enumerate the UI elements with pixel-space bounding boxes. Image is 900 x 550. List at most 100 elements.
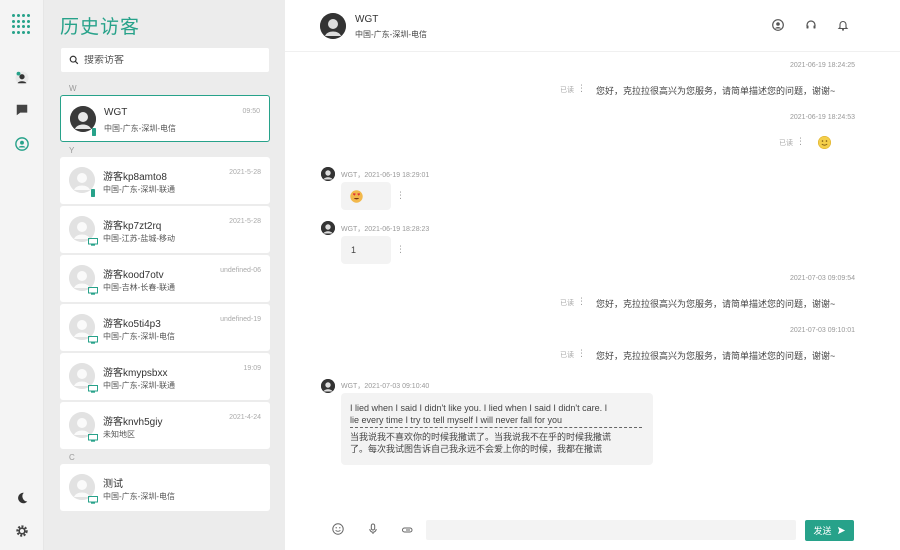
visitor-name: 游客kood7otv: [103, 270, 164, 281]
visitor-location: 中国-广东-深圳-联通: [103, 185, 175, 194]
visitor-date: undefined-06: [220, 267, 261, 274]
visitor-location: 中国-江苏-盐城-移动: [103, 234, 175, 243]
message-input[interactable]: [426, 520, 796, 540]
read-status: 已读: [560, 352, 574, 359]
user-profile-icon[interactable]: [772, 18, 786, 32]
emoji-icon[interactable]: [332, 522, 346, 536]
heart-eyes-emoji-icon: [350, 190, 363, 203]
visitor-card[interactable]: 游客knvh5giy 未知地区 2021-4-24: [60, 402, 270, 449]
message-timestamp: 2021-07-03 09:09:54: [790, 275, 855, 282]
microphone-icon[interactable]: [367, 522, 381, 536]
visitor-card[interactable]: 游客kp7zt2rq 中国-江苏-盐城-移动 2021-5-28: [60, 206, 270, 253]
more-icon[interactable]: ⋮: [796, 136, 805, 147]
message-meta: WGT，2021-06-19 18:29:01: [341, 172, 430, 179]
translation-text: 当我说我不喜欢你的时候我撒谎了。当我说我不在乎的时候我撒谎: [350, 432, 612, 442]
chat-visitor-location: 中国-广东-深圳-电信: [355, 30, 427, 39]
message-timestamp: 2021-07-03 09:10:01: [790, 327, 855, 334]
message-text: 您好，克拉拉很高兴为您服务，请简单描述您的问题，谢谢~: [596, 351, 836, 361]
translation-text: 了。每次我试图告诉自己我永远不会爱上你的时候，我都在撒谎: [350, 444, 603, 454]
read-status: 已读: [560, 300, 574, 307]
visitor-name: WGT: [104, 107, 128, 118]
visitor-card[interactable]: WGT 中国-广东-深圳-电信 09:50: [60, 95, 270, 142]
desktop-icon: [88, 380, 98, 393]
visitor-date: undefined-19: [220, 316, 261, 323]
visitor-location: 中国-广东-深圳-电信: [104, 124, 176, 133]
visitor-card[interactable]: 游客kood7otv 中国-吉林-长春-联通 undefined-06: [60, 255, 270, 302]
message-text: 您好，克拉拉很高兴为您服务，请简单描述您的问题，谢谢~: [596, 299, 836, 309]
avatar: [320, 13, 346, 39]
headset-icon[interactable]: [805, 18, 819, 32]
visitor-location: 中国-广东-深圳-电信: [103, 492, 175, 501]
group-letter-c: C: [69, 453, 75, 462]
desktop-icon: [88, 282, 98, 295]
visitor-location: 中国-广东-深圳-联通: [103, 381, 175, 390]
visitor-date: 2021-5-28: [229, 169, 261, 176]
visitor-name: 游客kp8amto8: [103, 172, 167, 183]
search-input[interactable]: [84, 54, 264, 66]
attachment-icon[interactable]: [401, 522, 415, 536]
message-text: 您好，克拉拉很高兴为您服务，请简单描述您的问题，谢谢~: [596, 86, 836, 96]
visitor-date: 09:50: [242, 108, 260, 115]
visitor-list-panel: 历史访客 W WGT 中国-广东-深圳-电信 09:50 Y 游客kp8amto…: [44, 0, 285, 550]
chat-visitor-name: WGT: [355, 14, 379, 25]
search-box[interactable]: [61, 48, 269, 72]
send-icon: [837, 526, 845, 535]
more-icon[interactable]: ⋮: [577, 296, 586, 307]
visitor-card[interactable]: 游客kmypsbxx 中国-广东-深圳-联通 19:09: [60, 353, 270, 400]
visitor-name: 游客knvh5giy: [103, 417, 163, 428]
visitor-name: 游客kmypsbxx: [103, 368, 168, 379]
visitors-icon[interactable]: [12, 134, 32, 154]
visitor-name: 游客ko5ti4p3: [103, 319, 161, 330]
visitor-location: 未知地区: [103, 430, 135, 439]
more-icon[interactable]: ⋮: [577, 348, 586, 359]
read-status: 已读: [560, 87, 574, 94]
avatar: [321, 221, 335, 235]
message-meta: WGT，2021-06-19 18:28:23: [341, 226, 430, 233]
more-icon[interactable]: ⋮: [396, 244, 405, 255]
desktop-icon: [88, 429, 98, 442]
mobile-icon: [89, 123, 99, 136]
gear-icon[interactable]: [12, 521, 32, 541]
mobile-icon: [88, 184, 98, 197]
visitor-card[interactable]: 游客ko5ti4p3 中国-广东-深圳-电信 undefined-19: [60, 304, 270, 351]
avatar: [321, 379, 335, 393]
search-icon: [69, 55, 79, 65]
composer: 发送: [285, 512, 900, 550]
visitor-date: 2021-4-24: [229, 414, 261, 421]
visitor-card[interactable]: 游客kp8amto8 中国-广东-深圳-联通 2021-5-28: [60, 157, 270, 204]
bell-icon[interactable]: [837, 18, 851, 32]
message-timestamp: 2021-06-19 18:24:25: [790, 62, 855, 69]
chat-header: WGT 中国-广东-深圳-电信: [285, 0, 900, 52]
more-icon[interactable]: ⋮: [396, 190, 405, 201]
chat-panel: WGT 中国-广东-深圳-电信 2021-06-19 18:24:25 已读 ⋮…: [285, 0, 900, 550]
user-avatar-icon[interactable]: [12, 68, 32, 88]
message-text: 1: [351, 245, 357, 255]
send-button[interactable]: 发送: [805, 520, 854, 541]
message-bubble: 1: [341, 236, 391, 264]
visitor-name: 游客kp7zt2rq: [103, 221, 162, 232]
avatar: [321, 167, 335, 181]
visitor-location: 中国-广东-深圳-电信: [103, 332, 175, 341]
chat-icon[interactable]: [12, 100, 32, 120]
dark-mode-icon[interactable]: [12, 488, 32, 508]
group-letter-y: Y: [69, 146, 75, 155]
message-timestamp: 2021-06-19 18:24:53: [790, 114, 855, 121]
icon-rail: [0, 0, 44, 550]
more-icon[interactable]: ⋮: [577, 83, 586, 94]
translation-divider: [350, 427, 642, 428]
visitor-name: 测试: [103, 479, 123, 490]
message-bubble: [341, 182, 391, 210]
read-status: 已读: [779, 140, 793, 147]
page-title: 历史访客: [60, 17, 141, 38]
message-text: lie every time I try to tell myself I wi…: [350, 415, 563, 425]
message-text: I lied when I said I didn't like you. I …: [350, 403, 608, 413]
smile-emoji-icon: [818, 136, 831, 149]
message-bubble: I lied when I said I didn't like you. I …: [341, 393, 653, 465]
app-logo-icon: [12, 14, 32, 34]
visitor-card[interactable]: 测试 中国-广东-深圳-电信: [60, 464, 270, 511]
visitor-date: 2021-5-28: [229, 218, 261, 225]
desktop-icon: [88, 331, 98, 344]
desktop-icon: [88, 233, 98, 246]
desktop-icon: [88, 491, 98, 504]
group-letter-w: W: [69, 84, 77, 93]
